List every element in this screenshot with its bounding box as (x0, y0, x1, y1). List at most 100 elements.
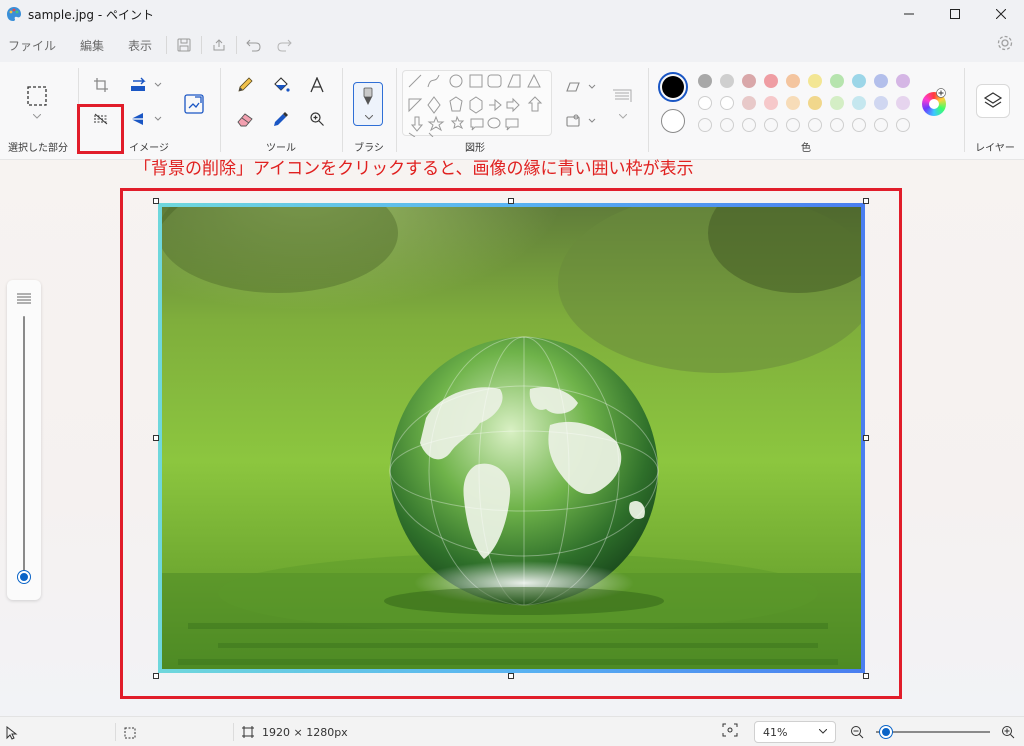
primary-color-button[interactable] (658, 72, 688, 102)
palette-color-14[interactable] (764, 96, 778, 110)
outline-button[interactable] (564, 74, 600, 100)
shape-size-button[interactable] (608, 84, 636, 110)
eraser-icon (237, 113, 253, 127)
custom-color-slot-8[interactable] (852, 118, 866, 132)
resize-handle-top-right[interactable] (863, 198, 869, 204)
status-divider (115, 723, 116, 741)
text-icon (310, 77, 324, 93)
shape-fill-icon (566, 114, 596, 127)
resize-handle-right[interactable] (863, 435, 869, 441)
shapes-gallery[interactable] (402, 70, 552, 138)
selection-rectangle-icon (27, 86, 47, 106)
save-button[interactable] (169, 31, 199, 59)
close-button[interactable] (978, 0, 1024, 28)
custom-color-slot-6[interactable] (808, 118, 822, 132)
resize-handle-top[interactable] (508, 198, 514, 204)
resize-handle-bottom-left[interactable] (153, 673, 159, 679)
palette-color-12[interactable] (720, 96, 734, 110)
menu-view[interactable]: 表示 (116, 37, 164, 54)
fit-screen-icon (722, 723, 738, 737)
fit-to-window-button[interactable] (722, 723, 742, 741)
fill-button[interactable] (268, 72, 294, 98)
zoom-out-button[interactable] (850, 725, 866, 741)
resize-handle-bottom[interactable] (508, 673, 514, 679)
resize-handle-top-left[interactable] (153, 198, 159, 204)
flip-button[interactable] (126, 106, 166, 132)
palette-color-9[interactable] (874, 74, 888, 88)
canvas-image[interactable] (158, 203, 865, 673)
redo-button[interactable] (269, 31, 299, 59)
rotate-button[interactable] (126, 72, 166, 98)
ribbon-divider (342, 68, 343, 152)
selection-button[interactable] (23, 82, 51, 110)
menu-divider (201, 36, 203, 54)
color-picker-button[interactable] (268, 106, 294, 132)
zoom-level-dropdown[interactable]: 41% (754, 721, 836, 743)
crop-icon (94, 78, 108, 92)
undo-button[interactable] (239, 31, 269, 59)
palette-color-16[interactable] (808, 96, 822, 110)
zoom-slider-thumb[interactable] (880, 726, 892, 738)
rotate-icon (131, 77, 162, 91)
minimize-button[interactable] (886, 0, 932, 28)
palette-color-15[interactable] (786, 96, 800, 110)
resize-handle-bottom-right[interactable] (863, 673, 869, 679)
custom-color-slot-1[interactable] (698, 118, 712, 132)
palette-color-7[interactable] (830, 74, 844, 88)
custom-color-slot-9[interactable] (874, 118, 888, 132)
palette-color-10[interactable] (896, 74, 910, 88)
menu-edit[interactable]: 編集 (68, 37, 116, 54)
layers-button[interactable] (976, 84, 1010, 118)
palette-color-18[interactable] (852, 96, 866, 110)
zoom-in-button[interactable] (1001, 725, 1017, 741)
maximize-button[interactable] (932, 0, 978, 28)
custom-color-slot-10[interactable] (896, 118, 910, 132)
palette-color-5[interactable] (786, 74, 800, 88)
resize-button[interactable] (180, 90, 208, 118)
zoom-in-icon (1002, 726, 1015, 739)
palette-color-13[interactable] (742, 96, 756, 110)
menu-file[interactable]: ファイル (0, 37, 68, 54)
close-icon (996, 9, 1006, 19)
palette-color-8[interactable] (852, 74, 866, 88)
pencil-button[interactable] (232, 72, 258, 98)
custom-color-slot-5[interactable] (786, 118, 800, 132)
brush-button[interactable] (353, 82, 383, 126)
custom-color-slot-7[interactable] (830, 118, 844, 132)
custom-color-slot-2[interactable] (720, 118, 734, 132)
palette-color-1[interactable] (698, 74, 712, 88)
secondary-color-button[interactable] (661, 109, 685, 133)
selection-group-label: 選択した部分 (8, 143, 68, 154)
zoom-slider-track[interactable] (876, 731, 990, 733)
brush-size-slider-thumb[interactable] (18, 571, 30, 583)
palette-color-20[interactable] (896, 96, 910, 110)
palette-color-17[interactable] (830, 96, 844, 110)
ribbon-divider (648, 68, 649, 152)
flip-icon (131, 113, 162, 125)
text-button[interactable] (304, 72, 330, 98)
custom-color-slot-3[interactable] (742, 118, 756, 132)
gear-icon (997, 35, 1013, 51)
fill-style-button[interactable] (564, 108, 600, 134)
magnifier-button[interactable] (304, 106, 330, 132)
palette-color-2[interactable] (720, 74, 734, 88)
resize-handle-left[interactable] (153, 435, 159, 441)
custom-color-slot-4[interactable] (764, 118, 778, 132)
highlight-box-remove-background (77, 104, 124, 154)
chevron-down-icon (819, 729, 827, 734)
brush-size-slider-track[interactable] (23, 316, 25, 578)
crop-button[interactable] (88, 72, 114, 98)
layers-icon (983, 92, 1003, 108)
palette-color-6[interactable] (808, 74, 822, 88)
eraser-button[interactable] (232, 106, 258, 132)
edit-colors-button[interactable] (922, 88, 946, 116)
palette-color-19[interactable] (874, 96, 888, 110)
palette-color-11[interactable] (698, 96, 712, 110)
undo-icon (246, 39, 261, 52)
palette-color-3[interactable] (742, 74, 756, 88)
palette-color-4[interactable] (764, 74, 778, 88)
settings-button[interactable] (996, 34, 1016, 54)
colors-group: 色 (650, 62, 962, 160)
shapes-group: 図形 (398, 62, 646, 160)
share-button[interactable] (204, 31, 234, 59)
